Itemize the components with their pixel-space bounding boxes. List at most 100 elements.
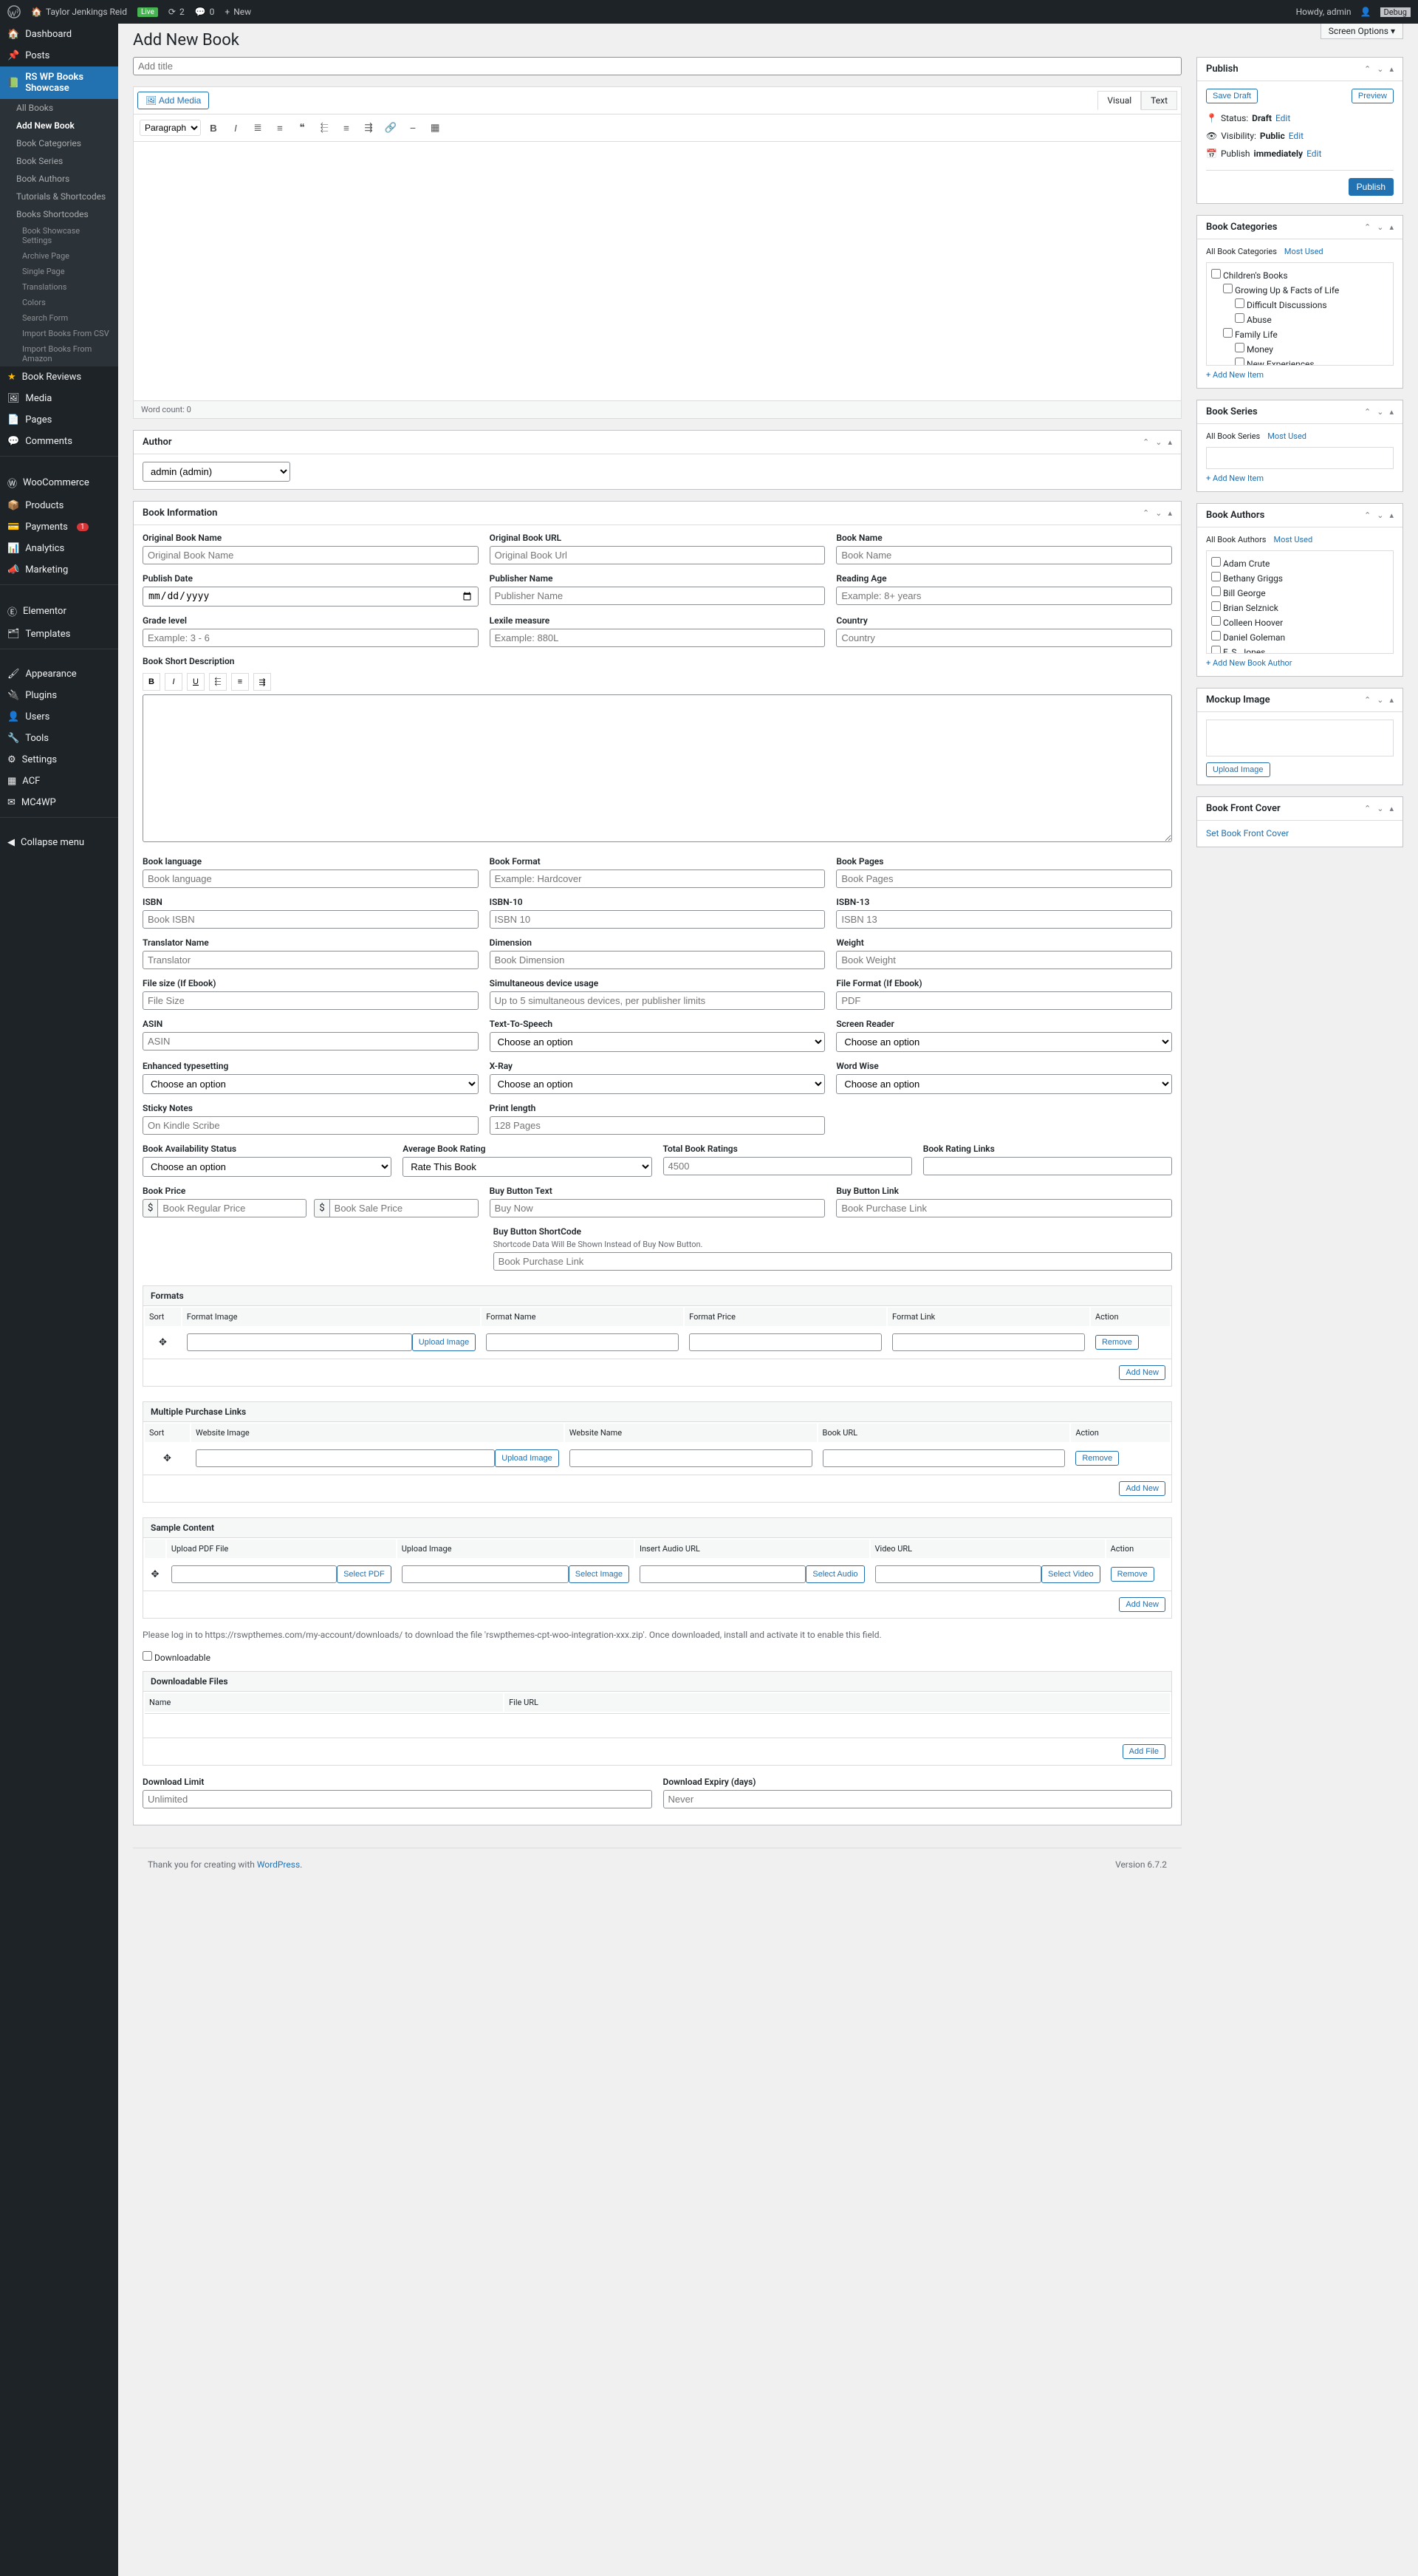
download-limit-input[interactable]: [143, 1790, 652, 1808]
submenu-add-new-book[interactable]: Add New Book: [0, 117, 118, 134]
italic-button[interactable]: I: [226, 118, 245, 137]
move-up-icon[interactable]: ⌃: [1364, 64, 1371, 74]
print-length-input[interactable]: [490, 1116, 826, 1135]
menu-tools[interactable]: 🔧 Tools: [0, 728, 118, 749]
isbn10-input[interactable]: [490, 910, 826, 929]
underline-button[interactable]: U: [187, 673, 205, 691]
author-item[interactable]: Brian Selznick: [1211, 600, 1388, 615]
wordpress-link[interactable]: WordPress: [257, 1859, 300, 1870]
submenu-all-books[interactable]: All Books: [0, 99, 118, 117]
align-right-button[interactable]: ⇶: [253, 673, 271, 691]
submenu-book-authors[interactable]: Book Authors: [0, 170, 118, 188]
avatar-icon[interactable]: 👤: [1360, 7, 1371, 17]
drag-handle-icon[interactable]: ✥: [159, 1337, 167, 1348]
category-item[interactable]: Difficult Discussions: [1211, 297, 1388, 312]
toggle-icon[interactable]: ▴: [1168, 508, 1172, 518]
xray-select[interactable]: Choose an option: [490, 1074, 826, 1094]
link-button[interactable]: 🔗: [381, 118, 400, 137]
menu-settings[interactable]: ⚙ Settings: [0, 749, 118, 771]
subsub-showcase-settings[interactable]: Book Showcase Settings: [0, 223, 118, 248]
add-author-link[interactable]: + Add New Book Author: [1206, 658, 1292, 668]
original-book-url-input[interactable]: [490, 546, 826, 564]
lexile-input[interactable]: [490, 629, 826, 647]
publish-button[interactable]: Publish: [1349, 178, 1394, 196]
downloadable-checkbox-label[interactable]: Downloadable: [143, 1653, 210, 1663]
menu-payments[interactable]: 💳 Payments1: [0, 516, 118, 538]
upload-image-button[interactable]: Upload Image: [412, 1333, 476, 1351]
sticky-notes-input[interactable]: [143, 1116, 479, 1135]
tab-all-categories[interactable]: All Book Categories: [1206, 247, 1277, 256]
avg-rating-select[interactable]: Rate This Book: [403, 1157, 651, 1177]
author-item[interactable]: Bethany Griggs: [1211, 570, 1388, 585]
enhanced-select[interactable]: Choose an option: [143, 1074, 479, 1094]
menu-rswp-books[interactable]: 📗 RS WP Books Showcase: [0, 66, 118, 99]
format-input[interactable]: [490, 870, 826, 888]
new-content[interactable]: + New: [225, 7, 251, 17]
category-item[interactable]: New Experiences: [1211, 356, 1388, 366]
asin-input[interactable]: [143, 1032, 479, 1050]
subsub-import-csv[interactable]: Import Books From CSV: [0, 326, 118, 341]
subsub-single[interactable]: Single Page: [0, 264, 118, 279]
comments-count[interactable]: 💬 0: [195, 7, 215, 17]
category-item[interactable]: Family Life: [1211, 327, 1388, 341]
format-link-input[interactable]: [892, 1333, 1085, 1351]
sample-image-input[interactable]: [402, 1565, 569, 1583]
pdf-input[interactable]: [171, 1565, 337, 1583]
sale-price-input[interactable]: [329, 1199, 479, 1217]
editor-body[interactable]: [134, 142, 1181, 400]
add-file-button[interactable]: Add File: [1123, 1744, 1165, 1759]
translator-input[interactable]: [143, 951, 479, 969]
toggle-icon[interactable]: ▴: [1389, 64, 1394, 74]
align-center-button[interactable]: ≡: [231, 673, 249, 691]
author-item[interactable]: Colleen Hoover: [1211, 615, 1388, 629]
book-url-input[interactable]: [823, 1449, 1066, 1467]
submenu-book-categories[interactable]: Book Categories: [0, 134, 118, 152]
author-item[interactable]: Adam Crute: [1211, 556, 1388, 570]
website-image-input[interactable]: [196, 1449, 495, 1467]
author-item[interactable]: F. S. Jones: [1211, 644, 1388, 654]
move-up-icon[interactable]: ⌃: [1364, 804, 1371, 813]
website-name-input[interactable]: [569, 1449, 812, 1467]
audio-url-input[interactable]: [640, 1565, 806, 1583]
subsub-import-amazon[interactable]: Import Books From Amazon: [0, 341, 118, 366]
downloadable-checkbox[interactable]: [143, 1651, 152, 1661]
menu-posts[interactable]: 📌 Posts: [0, 45, 118, 66]
menu-elementor[interactable]: Ⓔ Elementor: [0, 599, 118, 623]
country-input[interactable]: [836, 629, 1172, 647]
submenu-shortcodes[interactable]: Books Shortcodes: [0, 205, 118, 223]
toggle-icon[interactable]: ▴: [1389, 407, 1394, 417]
menu-plugins[interactable]: 🔌 Plugins: [0, 685, 118, 706]
menu-media[interactable]: 🖼 Media: [0, 388, 118, 409]
toggle-icon[interactable]: ▴: [1389, 804, 1394, 813]
move-down-icon[interactable]: ⌄: [1155, 508, 1162, 518]
weight-input[interactable]: [836, 951, 1172, 969]
select-audio-button[interactable]: Select Audio: [806, 1565, 864, 1583]
menu-mc4wp[interactable]: ✉ MC4WP: [0, 792, 118, 813]
move-down-icon[interactable]: ⌄: [1155, 437, 1162, 447]
category-item[interactable]: Money: [1211, 341, 1388, 356]
edit-visibility-link[interactable]: Edit: [1289, 131, 1304, 141]
menu-templates[interactable]: 🗂 Templates: [0, 623, 118, 645]
add-category-link[interactable]: + Add New Item: [1206, 370, 1264, 380]
howdy[interactable]: Howdy, admin: [1296, 7, 1352, 17]
add-media-button[interactable]: 🖼 Add Media: [137, 92, 209, 109]
debug-badge[interactable]: Debug: [1380, 7, 1411, 17]
move-up-icon[interactable]: ⌃: [1364, 510, 1371, 520]
subsub-colors[interactable]: Colors: [0, 295, 118, 310]
submenu-tutorials[interactable]: Tutorials & Shortcodes: [0, 188, 118, 205]
save-draft-button[interactable]: Save Draft: [1206, 89, 1258, 103]
more-button[interactable]: ⎯: [403, 118, 422, 137]
align-right-button[interactable]: ⇶: [359, 118, 378, 137]
updates[interactable]: ⟳ 2: [168, 7, 185, 17]
subsub-archive[interactable]: Archive Page: [0, 248, 118, 264]
menu-comments[interactable]: 💬 Comments: [0, 431, 118, 452]
add-series-link[interactable]: + Add New Item: [1206, 474, 1264, 483]
upload-mockup-button[interactable]: Upload Image: [1206, 762, 1270, 777]
submenu-book-series[interactable]: Book Series: [0, 152, 118, 170]
original-book-name-input[interactable]: [143, 546, 479, 564]
edit-date-link[interactable]: Edit: [1306, 148, 1321, 159]
menu-woocommerce[interactable]: Ⓦ WooCommerce: [0, 471, 118, 495]
menu-reviews[interactable]: ★ Book Reviews: [0, 366, 118, 388]
toggle-icon[interactable]: ▴: [1389, 222, 1394, 232]
align-center-button[interactable]: ≡: [337, 118, 356, 137]
